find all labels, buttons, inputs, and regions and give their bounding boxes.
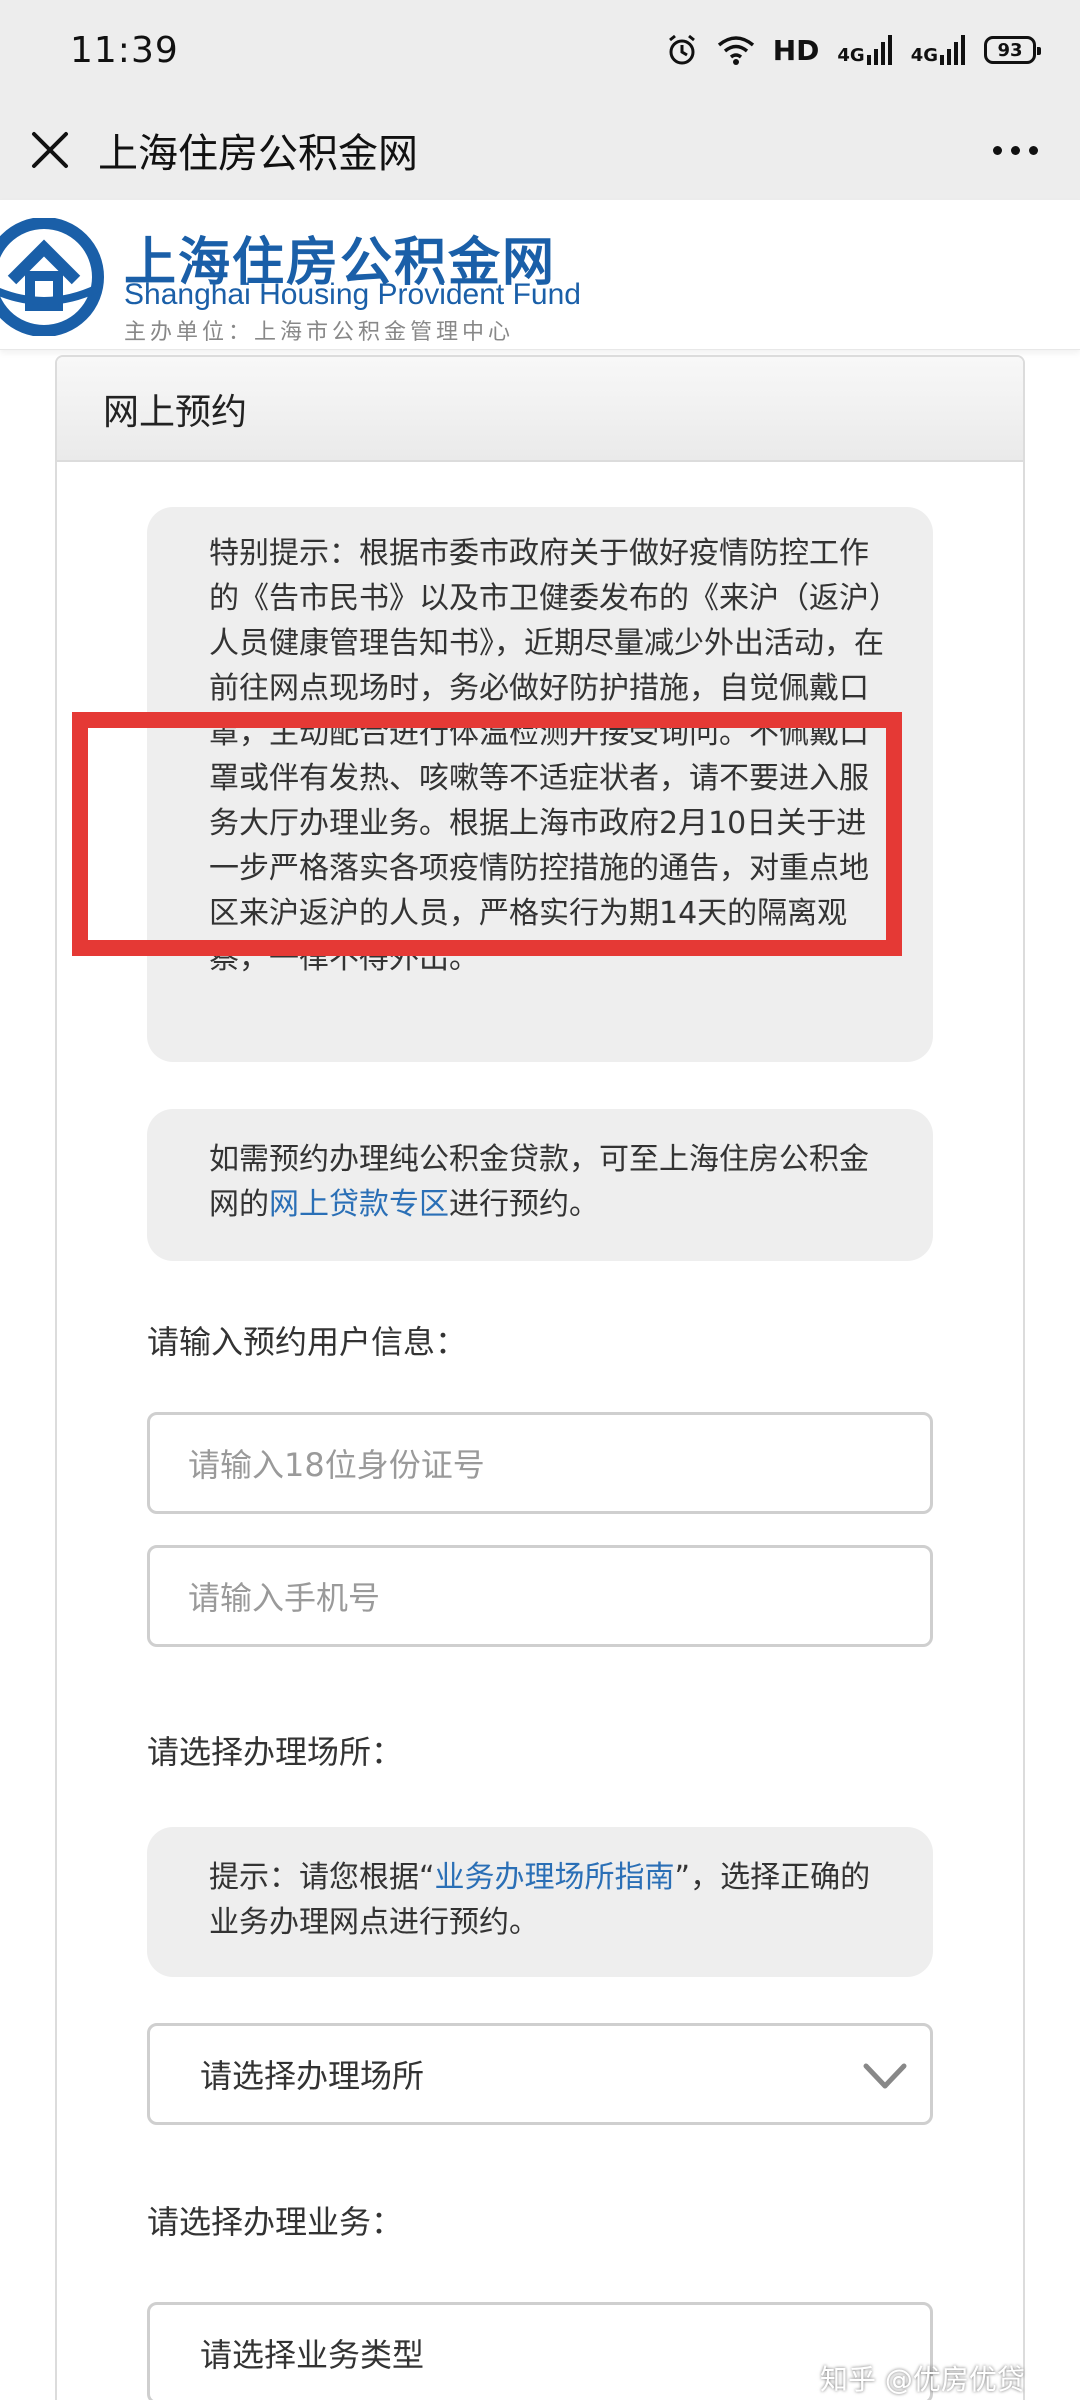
highlight-annotation	[72, 712, 902, 956]
signal-icon-2: 4G	[911, 35, 966, 65]
place-tip: 提示：请您根据“业务办理场所指南”，选择正确的业务办理网点进行预约。	[147, 1827, 933, 1977]
battery-icon: 93	[984, 36, 1041, 64]
hd-label: HD	[772, 33, 820, 67]
business-select[interactable]: 请选择业务类型	[147, 2302, 933, 2400]
id-number-placeholder: 请输入18位身份证号	[188, 1446, 485, 1484]
status-time: 11:39	[70, 29, 179, 71]
signal-1-label: 4G	[837, 45, 865, 66]
id-number-input[interactable]: 请输入18位身份证号	[147, 1412, 933, 1514]
place-select[interactable]: 请选择办理场所	[147, 2023, 933, 2125]
page-title: 上海住房公积金网	[98, 131, 418, 177]
user-info-label: 请输入预约用户信息：	[147, 1323, 468, 1361]
place-guide-link[interactable]: 业务办理场所指南	[435, 1860, 675, 1895]
place-tip-prefix: 提示：请您根据“	[209, 1860, 435, 1895]
wifi-icon	[717, 35, 755, 65]
alarm-icon	[665, 33, 699, 67]
site-name-en: Shanghai Housing Provident Fund	[124, 278, 581, 311]
card-header: 网上预约	[57, 357, 1023, 462]
more-options-icon[interactable]	[993, 130, 1038, 170]
card-title: 网上预约	[103, 391, 248, 433]
phone-placeholder: 请输入手机号	[188, 1579, 381, 1617]
signal-2-label: 4G	[910, 45, 938, 66]
business-select-value: 请选择业务类型	[200, 2336, 425, 2374]
status-bar: 11:39 HD 4G 4G 93	[0, 0, 1080, 100]
site-header: 上海住房公积金网 Shanghai Housing Provident Fund…	[0, 200, 1080, 350]
chevron-down-icon	[863, 2063, 907, 2089]
loan-notice-suffix: 进行预约。	[449, 1187, 599, 1222]
place-label: 请选择办理场所：	[147, 1733, 404, 1771]
nav-bar: 上海住房公积金网	[0, 100, 1080, 200]
logo-emblem-icon	[0, 217, 108, 337]
status-icons: HD 4G 4G 93	[665, 33, 1041, 67]
online-loan-zone-link[interactable]: 网上贷款专区	[269, 1187, 449, 1222]
watermark: 知乎 @优房优贷	[820, 2363, 1025, 2396]
close-icon[interactable]	[22, 122, 78, 178]
place-select-value: 请选择办理场所	[200, 2057, 425, 2095]
business-label: 请选择办理业务：	[147, 2203, 404, 2241]
phone-input[interactable]: 请输入手机号	[147, 1545, 933, 1647]
site-organizer: 主办单位：上海市公积金管理中心	[124, 320, 515, 345]
signal-icon-1: 4G	[837, 35, 892, 65]
appointment-card: 网上预约 特别提示：根据市委市政府关于做好疫情防控工作的《告市民书》以及市卫健委…	[55, 355, 1025, 2400]
loan-notice: 如需预约办理纯公积金贷款，可至上海住房公积金网的网上贷款专区进行预约。	[147, 1109, 933, 1261]
